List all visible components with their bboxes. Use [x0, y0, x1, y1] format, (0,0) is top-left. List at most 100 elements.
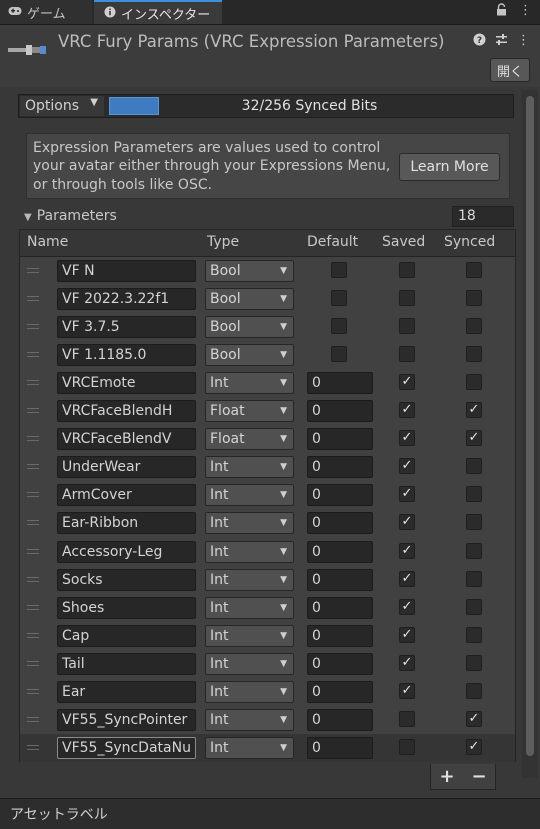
param-saved-checkbox[interactable]	[399, 318, 415, 335]
param-synced-checkbox[interactable]	[466, 542, 482, 559]
drag-handle-icon[interactable]	[27, 548, 39, 554]
param-synced-checkbox[interactable]: ✓	[466, 402, 482, 419]
param-saved-checkbox[interactable]: ✓	[399, 542, 415, 559]
param-type-dropdown[interactable]: Float ▼	[205, 400, 294, 423]
param-saved-checkbox[interactable]	[399, 710, 415, 727]
param-type-dropdown[interactable]: Int ▼	[205, 652, 294, 675]
param-default-input[interactable]: 0	[307, 372, 373, 395]
open-button[interactable]: 開く	[490, 58, 530, 82]
param-type-dropdown[interactable]: Int ▼	[205, 456, 294, 479]
drag-handle-icon[interactable]	[27, 492, 39, 498]
drag-handle-icon[interactable]	[27, 688, 39, 694]
param-name-input[interactable]: VRCFaceBlendV	[57, 428, 196, 451]
drag-handle-icon[interactable]	[27, 604, 39, 610]
param-name-input[interactable]: VF 2022.3.22f1	[57, 288, 196, 311]
param-synced-checkbox[interactable]	[466, 654, 482, 671]
drag-handle-icon[interactable]	[27, 716, 39, 722]
scrollbar-thumb[interactable]	[526, 96, 534, 756]
param-type-dropdown[interactable]: Bool ▼	[205, 316, 294, 339]
add-button[interactable]: +	[439, 766, 454, 787]
param-name-input[interactable]: Tail	[57, 652, 196, 675]
param-synced-checkbox[interactable]	[466, 514, 482, 531]
param-synced-checkbox[interactable]	[466, 598, 482, 615]
param-default-checkbox[interactable]	[331, 346, 347, 363]
table-row[interactable]: Ear Int ▼ 0 ✓	[20, 678, 515, 706]
drag-handle-icon[interactable]	[27, 744, 39, 750]
param-synced-checkbox[interactable]: ✓	[466, 430, 482, 447]
param-synced-checkbox[interactable]	[466, 458, 482, 475]
param-default-checkbox[interactable]	[331, 290, 347, 307]
table-row[interactable]: Tail Int ▼ 0 ✓	[20, 650, 515, 678]
table-row[interactable]: VF 3.7.5 Bool ▼	[20, 313, 515, 341]
param-saved-checkbox[interactable]	[399, 290, 415, 307]
param-name-input[interactable]: Cap	[57, 624, 196, 647]
param-type-dropdown[interactable]: Int ▼	[205, 736, 294, 759]
drag-handle-icon[interactable]	[27, 660, 39, 666]
param-synced-checkbox[interactable]	[466, 290, 482, 307]
param-type-dropdown[interactable]: Int ▼	[205, 540, 294, 563]
param-synced-checkbox[interactable]	[466, 346, 482, 363]
drag-handle-icon[interactable]	[27, 520, 39, 526]
param-name-input[interactable]: Ear	[57, 680, 196, 703]
parameters-count-field[interactable]: 18	[452, 206, 514, 227]
param-name-input[interactable]: VF 3.7.5	[57, 316, 196, 339]
param-name-input[interactable]: VF55_SyncDataNu	[57, 736, 196, 759]
param-default-input[interactable]: 0	[307, 540, 373, 563]
tab-game[interactable]: ゲーム	[0, 0, 92, 24]
table-row[interactable]: VF 2022.3.22f1 Bool ▼	[20, 285, 515, 313]
drag-handle-icon[interactable]	[27, 408, 39, 414]
table-row[interactable]: Socks Int ▼ 0 ✓	[20, 566, 515, 594]
param-saved-checkbox[interactable]: ✓	[399, 682, 415, 699]
table-row[interactable]: VF55_SyncDataNu Int ▼ 0 ✓	[20, 733, 515, 762]
param-saved-checkbox[interactable]: ✓	[399, 598, 415, 615]
param-name-input[interactable]: Socks	[57, 568, 196, 591]
param-type-dropdown[interactable]: Int ▼	[205, 568, 294, 591]
param-type-dropdown[interactable]: Int ▼	[205, 484, 294, 507]
options-dropdown[interactable]: Options ▼	[20, 96, 104, 116]
param-synced-checkbox[interactable]	[466, 570, 482, 587]
drag-handle-icon[interactable]	[27, 380, 39, 386]
drag-handle-icon[interactable]	[27, 352, 39, 358]
param-name-input[interactable]: VF 1.1185.0	[57, 344, 196, 367]
param-synced-checkbox[interactable]	[466, 626, 482, 643]
param-name-input[interactable]: Accessory-Leg	[57, 540, 196, 563]
param-type-dropdown[interactable]: Int ▼	[205, 512, 294, 535]
param-synced-checkbox[interactable]: ✓	[466, 710, 482, 727]
param-name-input[interactable]: VRCEmote	[57, 372, 196, 395]
param-saved-checkbox[interactable]: ✓	[399, 458, 415, 475]
param-type-dropdown[interactable]: Int ▼	[205, 624, 294, 647]
drag-handle-icon[interactable]	[27, 296, 39, 302]
param-saved-checkbox[interactable]: ✓	[399, 430, 415, 447]
param-default-input[interactable]: 0	[307, 736, 373, 759]
param-name-input[interactable]: VF55_SyncPointer	[57, 708, 196, 731]
param-type-dropdown[interactable]: Int ▼	[205, 372, 294, 395]
param-default-input[interactable]: 0	[307, 708, 373, 731]
scrollbar[interactable]	[522, 90, 538, 778]
param-saved-checkbox[interactable]: ✓	[399, 486, 415, 503]
drag-handle-icon[interactable]	[27, 464, 39, 470]
param-name-input[interactable]: UnderWear	[57, 456, 196, 479]
param-saved-checkbox[interactable]: ✓	[399, 654, 415, 671]
param-default-input[interactable]: 0	[307, 456, 373, 479]
param-default-input[interactable]: 0	[307, 512, 373, 535]
more-vertical-icon[interactable]: ⋮	[519, 3, 532, 20]
param-default-input[interactable]: 0	[307, 680, 373, 703]
param-name-input[interactable]: VRCFaceBlendH	[57, 400, 196, 423]
table-row[interactable]: VF N Bool ▼	[20, 257, 515, 285]
param-default-input[interactable]: 0	[307, 624, 373, 647]
drag-handle-icon[interactable]	[27, 436, 39, 442]
param-default-checkbox[interactable]	[331, 318, 347, 335]
param-name-input[interactable]: Ear-Ribbon	[57, 512, 196, 535]
tab-inspector[interactable]: インスペクター	[94, 0, 222, 24]
param-type-dropdown[interactable]: Float ▼	[205, 428, 294, 451]
param-synced-checkbox[interactable]	[466, 374, 482, 391]
table-row[interactable]: VRCFaceBlendH Float ▼ 0 ✓ ✓	[20, 397, 515, 425]
table-row[interactable]: VRCFaceBlendV Float ▼ 0 ✓ ✓	[20, 425, 515, 453]
table-row[interactable]: Ear-Ribbon Int ▼ 0 ✓	[20, 509, 515, 537]
param-default-input[interactable]: 0	[307, 484, 373, 507]
param-synced-checkbox[interactable]	[466, 318, 482, 335]
param-default-checkbox[interactable]	[331, 262, 347, 278]
param-saved-checkbox[interactable]: ✓	[399, 626, 415, 643]
param-default-input[interactable]: 0	[307, 596, 373, 619]
param-synced-checkbox[interactable]	[466, 682, 482, 699]
